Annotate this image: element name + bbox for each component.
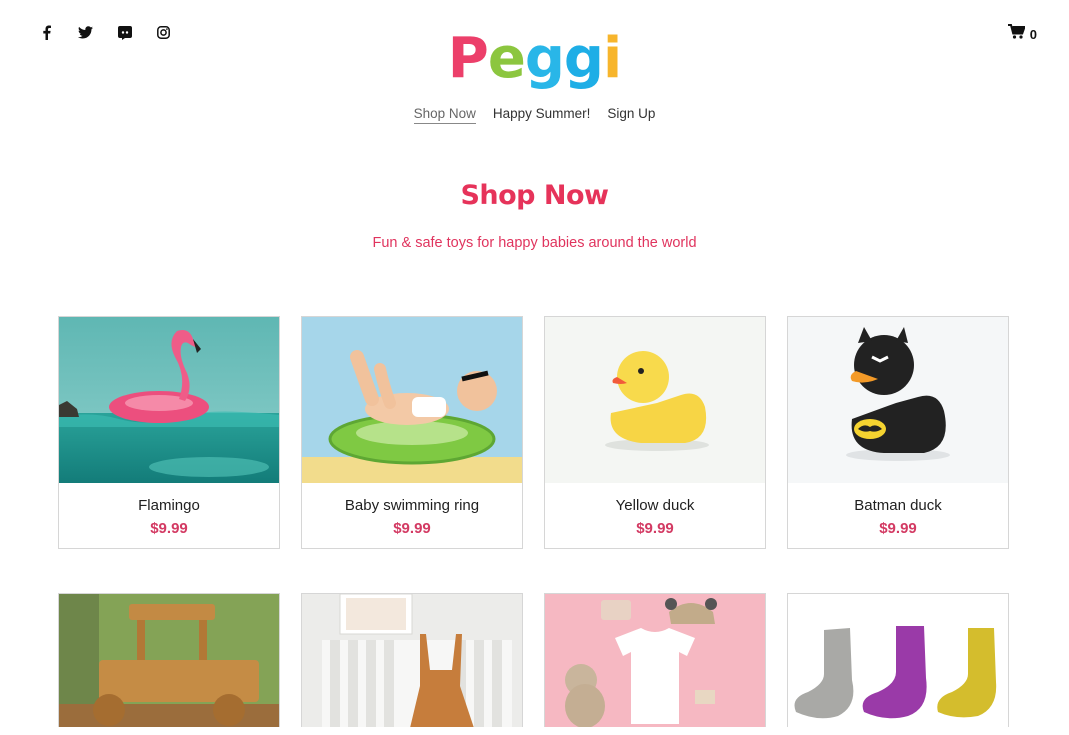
- product-title[interactable]: Batman duck: [788, 497, 1008, 514]
- page-subtitle: Fun & safe toys for happy babies around …: [372, 235, 697, 251]
- nav-shop-now[interactable]: Shop Now: [413, 106, 476, 124]
- product-title[interactable]: Yellow duck: [545, 497, 765, 514]
- product-title[interactable]: Flamingo: [59, 497, 279, 514]
- product-image-overalls: [302, 594, 522, 727]
- logo-letter: g: [563, 26, 604, 91]
- product-price: $9.99: [636, 520, 674, 537]
- product-card-flamingo[interactable]: Flamingo $9.99: [58, 316, 280, 549]
- product-price: $9.99: [393, 520, 431, 537]
- product-price: $9.99: [150, 520, 188, 537]
- product-image-flamingo: [59, 317, 279, 483]
- product-card-yellow-duck[interactable]: Yellow duck $9.99: [544, 316, 766, 549]
- product-image-baby-clothes: [545, 594, 765, 727]
- product-card-socks[interactable]: [787, 593, 1009, 727]
- product-image-baby-swimming-ring: [302, 317, 522, 483]
- logo-letter: g: [524, 26, 565, 91]
- logo-letter: e: [487, 26, 526, 91]
- product-grid: Flamingo $9.99 Baby swimming ring $9.99: [58, 316, 1009, 727]
- logo-letter: i: [603, 26, 622, 91]
- product-image-yellow-duck: [545, 317, 765, 483]
- product-image-batman-duck: [788, 317, 1008, 483]
- product-image-wooden-car: [59, 594, 279, 727]
- product-price: $9.99: [879, 520, 917, 537]
- nav-happy-summer[interactable]: Happy Summer!: [493, 106, 591, 124]
- product-title[interactable]: Baby swimming ring: [302, 497, 522, 514]
- page-title: Shop Now: [460, 180, 609, 211]
- product-card-wooden-car[interactable]: [58, 593, 280, 727]
- product-image-socks: [788, 594, 1008, 727]
- product-card-baby-clothes[interactable]: [544, 593, 766, 727]
- brand-logo[interactable]: Peggi: [0, 24, 1069, 94]
- product-card-overalls[interactable]: [301, 593, 523, 727]
- main-nav: Shop Now Happy Summer! Sign Up: [0, 106, 1069, 124]
- product-card-baby-swimming-ring[interactable]: Baby swimming ring $9.99: [301, 316, 523, 549]
- product-card-batman-duck[interactable]: Batman duck $9.99: [787, 316, 1009, 549]
- logo-letter: P: [447, 26, 489, 91]
- nav-sign-up[interactable]: Sign Up: [607, 106, 655, 124]
